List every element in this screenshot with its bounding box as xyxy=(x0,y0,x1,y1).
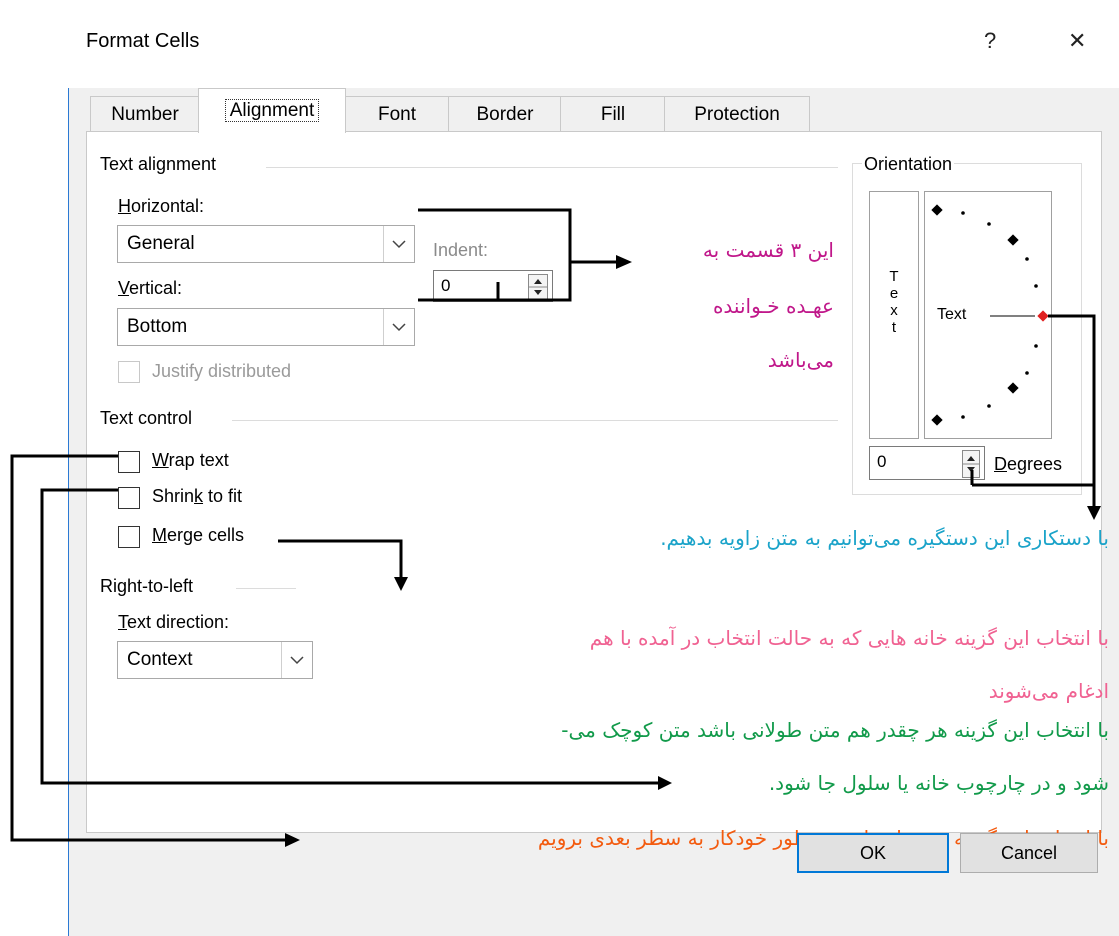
shrink-note-line2: شود و در چارچوب خانه یا سلول جا شود. xyxy=(768,771,1109,795)
alignment-note-line2: عهـده خـواننده xyxy=(712,294,834,318)
merge-note-line2: ادغام می‌شوند xyxy=(988,679,1109,703)
orientation-note: با دستکاری این دستگیره می‌توانیم به متن … xyxy=(660,526,1109,550)
annotation-connectors xyxy=(10,208,1101,847)
cancel-button[interactable]: Cancel xyxy=(960,833,1098,873)
alignment-note-line1: این ۳ قسمت به xyxy=(702,238,834,262)
ok-button[interactable]: OK xyxy=(797,833,949,873)
alignment-note-line3: می‌باشد xyxy=(767,348,834,372)
merge-note-line1: با انتخاب این گزینه خانه هایی که به حالت… xyxy=(589,626,1109,650)
tab-alignment[interactable]: Alignment xyxy=(198,88,346,133)
shrink-note-line1: با انتخاب این گزینه هر چقدر هم متن طولان… xyxy=(561,718,1109,742)
